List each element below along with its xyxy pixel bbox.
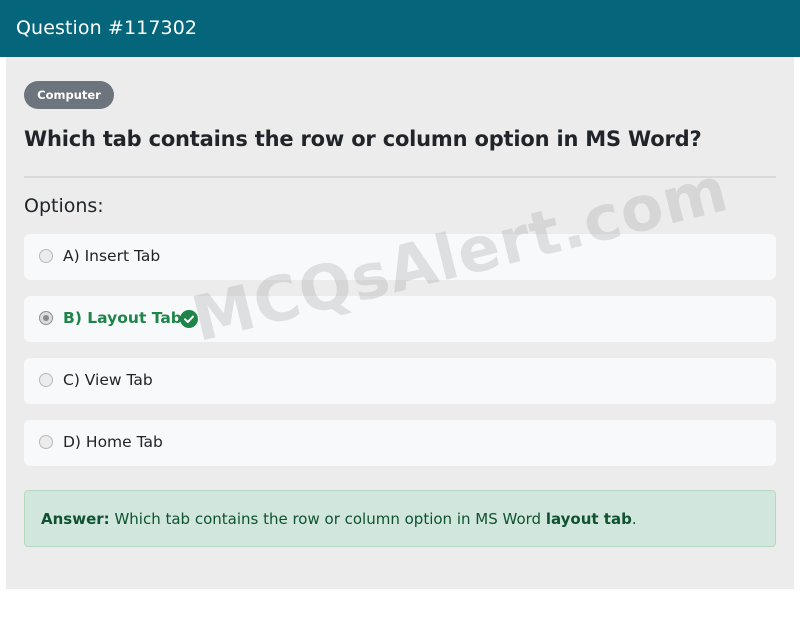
question-text: Which tab contains the row or column opt…	[24, 127, 702, 151]
option-a-label: A) Insert Tab	[63, 247, 161, 265]
check-circle-icon	[180, 310, 198, 328]
option-d[interactable]: D) Home Tab	[24, 420, 776, 466]
answer-suffix: .	[631, 510, 637, 528]
page-header: Question #117302	[0, 0, 800, 57]
answer-prefix: Answer:	[41, 510, 110, 528]
option-a-radio[interactable]	[39, 249, 53, 263]
question-number-title: Question #117302	[16, 17, 198, 39]
option-d-radio[interactable]	[39, 435, 53, 449]
answer-box: Answer: Which tab contains the row or co…	[24, 490, 776, 547]
answer-highlight: layout tab	[545, 510, 632, 528]
option-c-radio[interactable]	[39, 373, 53, 387]
answer-text: Answer: Which tab contains the row or co…	[41, 509, 637, 529]
option-b[interactable]: B) Layout Tab	[24, 296, 776, 342]
category-badge[interactable]: Computer	[24, 81, 114, 109]
options-heading: Options:	[24, 195, 104, 217]
option-a[interactable]: A) Insert Tab	[24, 234, 776, 280]
answer-body: Which tab contains the row or column opt…	[114, 510, 542, 528]
option-b-label: B) Layout Tab	[63, 309, 182, 327]
option-c[interactable]: C) View Tab	[24, 358, 776, 404]
option-b-radio[interactable]	[39, 311, 53, 325]
option-c-label: C) View Tab	[63, 371, 153, 389]
divider	[24, 176, 776, 178]
option-d-label: D) Home Tab	[63, 433, 163, 451]
